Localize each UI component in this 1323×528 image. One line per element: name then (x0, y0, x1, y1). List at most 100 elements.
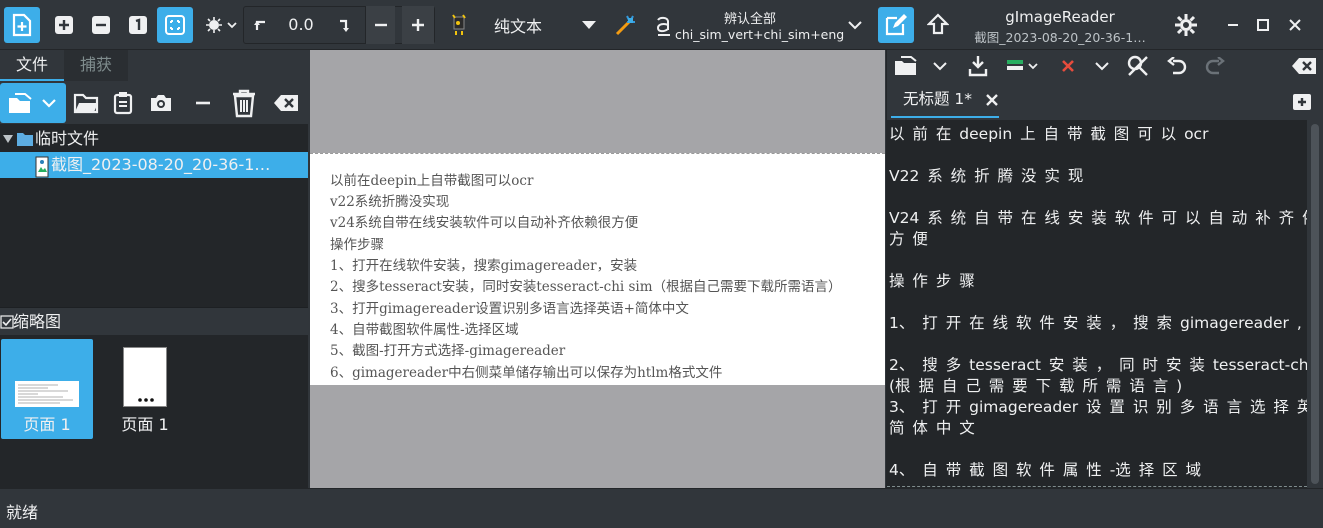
output-text-area[interactable]: 以 前 在 deepin 上 自 带 截 图 可 以 ocr V22 系 统 折… (887, 120, 1307, 488)
clipboard-icon[interactable] (107, 85, 139, 121)
folder-icon (16, 131, 34, 147)
source-toolbar (0, 81, 308, 124)
trash-icon[interactable] (226, 85, 262, 121)
tree-folder-label: 临时文件 (35, 129, 100, 148)
thumbnails-area: 页面 1 页面 1 (0, 335, 308, 488)
output-line: 1、 打 开 在 线 软 件 安 装 ， 搜 索 gimagereader , … (889, 314, 1307, 332)
app-title: gImageReader (1005, 8, 1115, 26)
language-selection[interactable]: chi_sim_vert+chi_sim+eng (675, 27, 844, 42)
doc-line: 3、打开gimagereader设置识别多语言选择英语+简体中文 (330, 301, 689, 317)
output-line: V24 系 统 自 带 在 线 安 装 软 件 可 以 自 动 补 齐 依 赖 … (889, 209, 1307, 227)
window-subtitle: 截图_2023-08-20_20-36-1… (974, 30, 1146, 45)
find-replace-icon[interactable] (1123, 52, 1153, 80)
thumbnail-page-selected[interactable]: 页面 1 (1, 339, 93, 439)
doc-line: 1、打开在线软件安装，搜索gimagereader，安装 (330, 258, 638, 274)
tree-folder-row[interactable]: 临时文件 (0, 126, 308, 152)
output-line: V22 系 统 折 腾 没 实 现 (889, 167, 1084, 185)
postprocess-dropdown-icon[interactable] (1089, 52, 1115, 80)
output-toolbar (887, 50, 1323, 81)
status-text: 就绪 (6, 503, 39, 522)
source-tabs: 文件 捕获 (0, 50, 308, 81)
tab-files[interactable]: 文件 (0, 50, 64, 81)
output-tab-label: 无标题 1* (903, 90, 973, 108)
sources-panel: 文件 捕获 临时文件 截图_2023-08-20_20-36-1… 缩略图 页面… (0, 50, 308, 488)
clear-icon[interactable] (270, 85, 302, 121)
output-line: 简 体 中 文 (889, 419, 975, 437)
image-canvas[interactable]: 以前在deepin上自带截图可以ocr v22系统折腾没实现 v24系统自带在线… (310, 50, 885, 488)
output-line: 以 前 在 deepin 上 自 带 截 图 可 以 ocr (889, 125, 1209, 143)
output-line: 4、 自 带 截 图 软 件 属 性 -选 择 区 域 (889, 461, 1202, 479)
doc-line: 4、自带截图软件属性-选择区域 (330, 322, 519, 338)
tab-close-icon[interactable] (985, 93, 999, 107)
status-bar: 就绪 (0, 488, 1323, 528)
image-controls-icon[interactable] (203, 10, 239, 40)
doc-line: 以前在deepin上自带截图可以ocr (330, 173, 534, 189)
output-line: 方 便 (889, 230, 928, 248)
highlighter-icon[interactable] (1003, 52, 1043, 80)
open-output-icon[interactable] (889, 52, 923, 80)
minimize-icon[interactable] (1218, 10, 1248, 40)
thumbnail-preview (15, 381, 79, 407)
main-toolbar: 0.0 纯文本 辨认全部 chi_sim_vert+chi_sim+eng gI… (0, 0, 1323, 50)
open-output-dropdown-icon[interactable] (927, 52, 953, 80)
tree-file-row[interactable]: 截图_2023-08-20_20-36-1… (0, 152, 308, 178)
doc-line: 2、搜多tesseract安装，同时安装tesseract-chi sim（根据… (330, 279, 842, 295)
upload-icon[interactable] (923, 10, 953, 40)
document-page[interactable]: 以前在deepin上自带截图可以ocr v22系统折腾没实现 v24系统自带在线… (310, 153, 885, 385)
open-folder-icon[interactable] (70, 85, 102, 121)
doc-line: v24系统自带在线安装软件可以自动补齐依赖很方便 (330, 215, 639, 231)
rotation-value[interactable]: 0.0 (276, 6, 326, 44)
output-tab[interactable]: 无标题 1* (891, 84, 999, 118)
magic-wand-icon[interactable] (611, 10, 641, 40)
thumbnails-checkbox[interactable] (0, 315, 14, 329)
settings-gear-icon[interactable] (1171, 10, 1201, 40)
output-line: 2、 搜 多 tesseract 安 装 ， 同 时 安 装 tesseract… (889, 356, 1307, 374)
thumbnail-page[interactable]: 页面 1 (120, 339, 170, 439)
maximize-icon[interactable] (1248, 10, 1278, 40)
spin-decrease-icon[interactable] (365, 6, 395, 44)
thumbnail-label-2: 页面 1 (121, 415, 169, 434)
output-panel: 无标题 1* 以 前 在 deepin 上 自 带 截 图 可 以 ocr V2… (886, 50, 1323, 488)
undo-icon[interactable] (1163, 52, 1191, 80)
clear-output-icon[interactable] (1287, 52, 1321, 80)
add-source-icon[interactable] (0, 83, 66, 123)
image-file-icon (35, 156, 49, 178)
scrollbar-thumb[interactable] (1311, 124, 1319, 484)
output-scrollbar[interactable] (1307, 120, 1323, 488)
rotate-left-icon[interactable] (246, 10, 276, 40)
redo-icon[interactable] (1201, 52, 1229, 80)
doc-line: 6、gimagereader中右侧菜单储存输出可以保存为htlm格式文件 (330, 365, 723, 381)
output-line: 3、 打 开 gimagereader 设 置 识 别 多 语 言 选 择 英 … (889, 398, 1307, 416)
output-line: (根 据 自 己 需 要 下 载 所 需 语 言 ) (889, 377, 1183, 395)
doc-line: 操作步骤 (330, 237, 384, 253)
add-image-icon[interactable] (4, 7, 40, 43)
output-mode-combo[interactable]: 纯文本 (494, 13, 542, 37)
page-top-border (310, 153, 885, 154)
language-dropdown-icon[interactable] (840, 10, 870, 40)
rotate-right-icon[interactable] (330, 10, 360, 40)
doc-line: v22系统折腾没实现 (330, 194, 450, 210)
strip-linebreaks-icon[interactable] (1055, 52, 1081, 80)
close-icon[interactable] (1280, 10, 1310, 40)
original-size-icon[interactable] (123, 10, 153, 40)
thumbnail-preview-blank (123, 347, 167, 407)
recognize-all-label[interactable]: 辨认全部 (675, 8, 825, 27)
best-fit-icon[interactable] (157, 7, 193, 43)
collapse-arrow-icon[interactable] (2, 133, 14, 145)
output-mode-icon (446, 10, 476, 40)
tab-capture[interactable]: 捕获 (64, 50, 128, 81)
remove-icon[interactable] (188, 85, 218, 121)
new-tab-icon[interactable] (1287, 88, 1317, 116)
thumbnails-header: 缩略图 (0, 307, 308, 335)
output-mode-dropdown-icon[interactable] (574, 10, 604, 40)
save-output-icon[interactable] (963, 52, 993, 80)
camera-icon[interactable] (145, 85, 177, 121)
edit-output-icon[interactable] (878, 7, 914, 43)
tree-file-label: 截图_2023-08-20_20-36-1… (51, 155, 271, 174)
zoom-in-icon[interactable] (49, 10, 79, 40)
output-line: 操 作 步 骤 (889, 272, 975, 290)
zoom-out-icon[interactable] (86, 10, 116, 40)
text-bottom-border (887, 486, 1307, 487)
spin-increase-icon[interactable] (402, 6, 434, 44)
thumbnails-label: 缩略图 (13, 312, 62, 331)
